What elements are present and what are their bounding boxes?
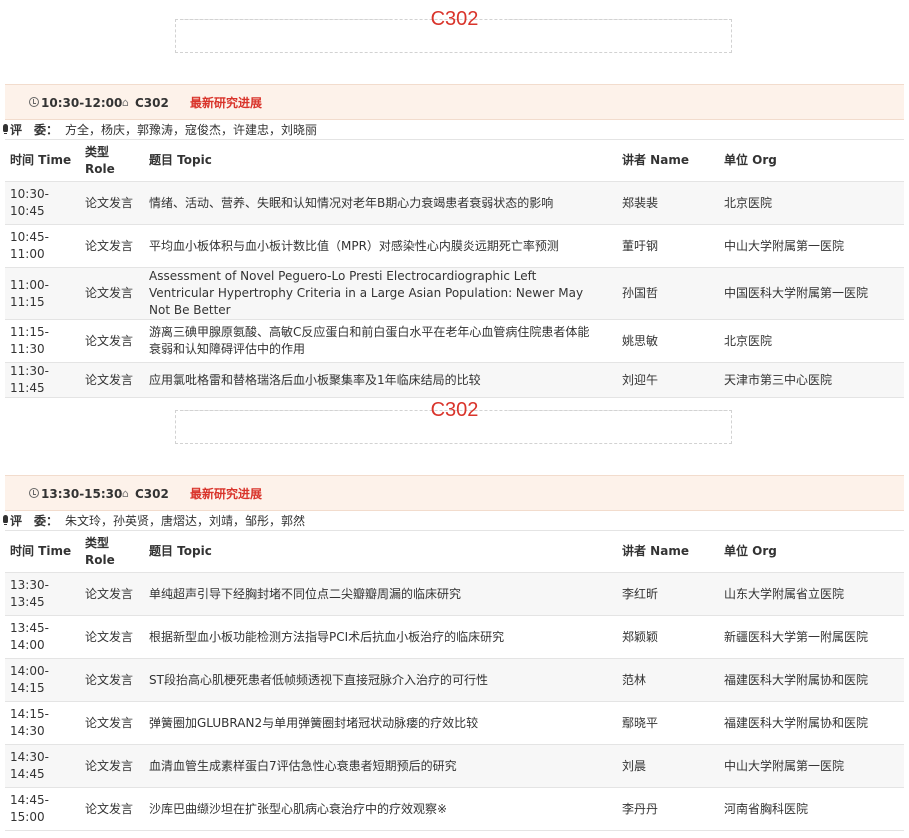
cell-name: 郑颖颖	[617, 615, 719, 659]
cell-topic: ST段抬高心肌梗死患者低帧频透视下直接冠脉介入治疗的可行性	[144, 658, 617, 702]
home-icon: ⌂	[122, 487, 129, 500]
table-row: 11:00-11:15 论文发言 Assessment of Novel Peg…	[5, 267, 904, 320]
judges-label: 评 委：	[10, 123, 59, 137]
cell-time: 14:15-14:30	[5, 701, 80, 745]
room-title: C302	[430, 399, 479, 421]
session-time: 10:30-12:00	[41, 96, 123, 110]
cell-role: 论文发言	[80, 572, 144, 616]
cell-time: 11:15-11:30	[5, 319, 80, 363]
clock-icon	[29, 97, 39, 107]
cell-role: 论文发言	[80, 615, 144, 659]
schedule-table: 时间 Time 类型 Role 题目 Topic 讲者 Name 单位 Org …	[5, 139, 904, 398]
cell-name: 姚思敏	[617, 319, 719, 363]
cell-org: 新疆医科大学第一附属医院	[719, 615, 904, 659]
cell-org: 中山大学附属第一医院	[719, 224, 904, 268]
table-row: 13:30-13:45 论文发言 单纯超声引导下经胸封堵不同位点二尖瓣瓣周漏的临…	[5, 572, 904, 616]
cell-role: 论文发言	[80, 267, 144, 320]
column-header-org: 单位 Org	[719, 530, 904, 573]
column-header-role: 类型 Role	[80, 530, 144, 573]
cell-name: 刘晨	[617, 744, 719, 788]
session-room: C302	[135, 96, 169, 110]
session-topic: 最新研究进展	[190, 96, 263, 110]
table-row: 10:45-11:00 论文发言 平均血小板体积与血小板计数比值（MPR）对感染…	[5, 224, 904, 268]
schedule-table: 时间 Time 类型 Role 题目 Topic 讲者 Name 单位 Org …	[5, 530, 904, 831]
session-topic: 最新研究进展	[190, 487, 263, 501]
cell-name: 鄢晓平	[617, 701, 719, 745]
cell-topic: Assessment of Novel Peguero-Lo Presti El…	[144, 267, 617, 320]
cell-time: 10:45-11:00	[5, 224, 80, 268]
judges-names: 方全，杨庆，郭豫涛，寇俊杰，许建忠，刘晓丽	[65, 123, 318, 137]
table-row: 10:30-10:45 论文发言 情绪、活动、营养、失眠和认知情况对老年B期心力…	[5, 181, 904, 225]
room-header: C302	[0, 391, 909, 451]
cell-name: 孙国哲	[617, 267, 719, 320]
table-row: 11:15-11:30 论文发言 游离三碘甲腺原氨酸、高敏C反应蛋白和前白蛋白水…	[5, 319, 904, 363]
cell-role: 论文发言	[80, 181, 144, 225]
microphone-icon	[3, 124, 8, 134]
cell-role: 论文发言	[80, 224, 144, 268]
column-header-role: 类型 Role	[80, 139, 144, 182]
table-row: 14:00-14:15 论文发言 ST段抬高心肌梗死患者低帧频透视下直接冠脉介入…	[5, 658, 904, 702]
cell-role: 论文发言	[80, 701, 144, 745]
column-header-time: 时间 Time	[5, 530, 80, 573]
cell-time: 14:30-14:45	[5, 744, 80, 788]
cell-topic: 游离三碘甲腺原氨酸、高敏C反应蛋白和前白蛋白水平在老年心血管病住院患者体能衰弱和…	[144, 319, 617, 363]
judges-line: 评 委： 朱文玲，孙英贤，唐熠达，刘靖，邹彤，郭然	[0, 512, 909, 530]
table-row: 14:15-14:30 论文发言 弹簧圈加GLUBRAN2与单用弹簧圈封堵冠状动…	[5, 701, 904, 745]
column-header-name: 讲者 Name	[617, 530, 719, 573]
cell-name: 郑裴裴	[617, 181, 719, 225]
cell-topic: 弹簧圈加GLUBRAN2与单用弹簧圈封堵冠状动脉瘘的疗效比较	[144, 701, 617, 745]
cell-org: 福建医科大学附属协和医院	[719, 658, 904, 702]
session-bar: 13:30-15:30 ⌂ C302 最新研究进展	[5, 475, 904, 511]
judges-line: 评 委： 方全，杨庆，郭豫涛，寇俊杰，许建忠，刘晓丽	[0, 121, 909, 139]
cell-topic: 情绪、活动、营养、失眠和认知情况对老年B期心力衰竭患者衰弱状态的影响	[144, 181, 617, 225]
cell-topic: 单纯超声引导下经胸封堵不同位点二尖瓣瓣周漏的临床研究	[144, 572, 617, 616]
room-title: C302	[430, 8, 479, 30]
cell-topic: 平均血小板体积与血小板计数比值（MPR）对感染性心内膜炎远期死亡率预测	[144, 224, 617, 268]
session-bar: 10:30-12:00 ⌂ C302 最新研究进展	[5, 84, 904, 120]
cell-name: 李丹丹	[617, 787, 719, 831]
cell-time: 11:00-11:15	[5, 267, 80, 320]
table-row: 13:45-14:00 论文发言 根据新型血小板功能检测方法指导PCI术后抗血小…	[5, 615, 904, 659]
cell-time: 14:45-15:00	[5, 787, 80, 831]
cell-org: 北京医院	[719, 181, 904, 225]
table-row: 14:45-15:00 论文发言 沙库巴曲缬沙坦在扩张型心肌病心衰治疗中的疗效观…	[5, 787, 904, 831]
judges-label: 评 委：	[10, 514, 59, 528]
column-header-topic: 题目 Topic	[144, 530, 617, 573]
cell-time: 14:00-14:15	[5, 658, 80, 702]
cell-org: 河南省胸科医院	[719, 787, 904, 831]
room-header: C302	[0, 0, 909, 60]
cell-topic: 血清血管生成素样蛋白7评估急性心衰患者短期预后的研究	[144, 744, 617, 788]
cell-topic: 沙库巴曲缬沙坦在扩张型心肌病心衰治疗中的疗效观察※	[144, 787, 617, 831]
column-header-name: 讲者 Name	[617, 139, 719, 182]
cell-role: 论文发言	[80, 787, 144, 831]
cell-org: 山东大学附属省立医院	[719, 572, 904, 616]
table-row: 14:30-14:45 论文发言 血清血管生成素样蛋白7评估急性心衰患者短期预后…	[5, 744, 904, 788]
cell-role: 论文发言	[80, 658, 144, 702]
column-header-time: 时间 Time	[5, 139, 80, 182]
session-room: C302	[135, 487, 169, 501]
cell-topic: 根据新型血小板功能检测方法指导PCI术后抗血小板治疗的临床研究	[144, 615, 617, 659]
microphone-icon	[3, 515, 8, 525]
cell-org: 福建医科大学附属协和医院	[719, 701, 904, 745]
cell-org: 北京医院	[719, 319, 904, 363]
cell-time: 13:30-13:45	[5, 572, 80, 616]
cell-org: 中山大学附属第一医院	[719, 744, 904, 788]
cell-name: 董吁钢	[617, 224, 719, 268]
home-icon: ⌂	[122, 96, 129, 109]
cell-role: 论文发言	[80, 744, 144, 788]
judges-names: 朱文玲，孙英贤，唐熠达，刘靖，邹彤，郭然	[65, 514, 306, 528]
cell-time: 13:45-14:00	[5, 615, 80, 659]
column-header-topic: 题目 Topic	[144, 139, 617, 182]
cell-role: 论文发言	[80, 319, 144, 363]
cell-time: 10:30-10:45	[5, 181, 80, 225]
cell-name: 范林	[617, 658, 719, 702]
cell-org: 中国医科大学附属第一医院	[719, 267, 904, 320]
table-header-row: 时间 Time 类型 Role 题目 Topic 讲者 Name 单位 Org	[5, 530, 904, 573]
table-header-row: 时间 Time 类型 Role 题目 Topic 讲者 Name 单位 Org	[5, 139, 904, 182]
session-time: 13:30-15:30	[41, 487, 123, 501]
clock-icon	[29, 488, 39, 498]
cell-name: 李红昕	[617, 572, 719, 616]
column-header-org: 单位 Org	[719, 139, 904, 182]
